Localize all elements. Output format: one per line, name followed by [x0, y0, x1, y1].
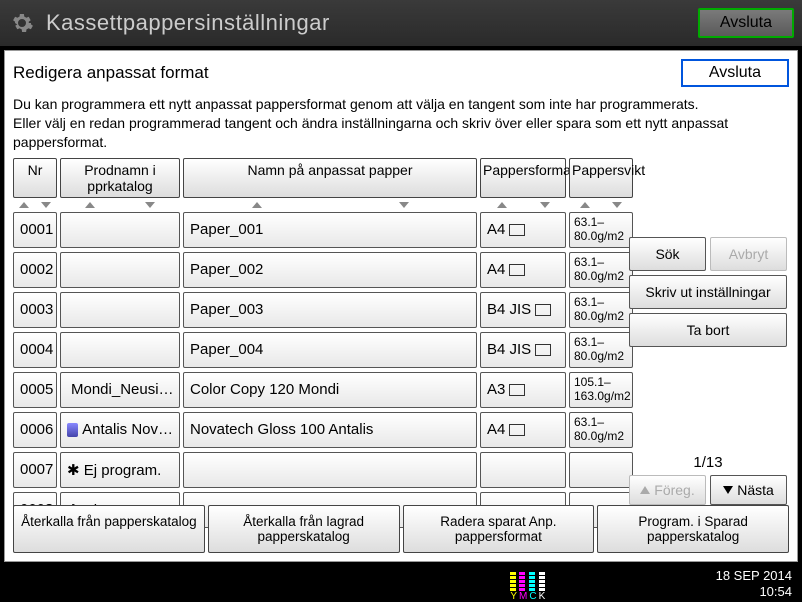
delete-saved-format-button[interactable]: Radera sparat Anp. pappersformat: [403, 505, 595, 553]
sort-up-icon[interactable]: [580, 202, 590, 208]
program-saved-catalog-button[interactable]: Program. i Sparad papperskatalog: [597, 505, 789, 553]
page-title: Kassettpappersinställningar: [46, 10, 698, 36]
delete-button[interactable]: Ta bort: [629, 313, 787, 347]
titlebar: Kassettpappersinställningar Avsluta: [0, 0, 802, 46]
cell-name: Paper_001: [183, 212, 477, 248]
cell-weight: [569, 452, 633, 488]
cell-prod: [60, 212, 180, 248]
cell-name: Novatech Gloss 100 Antalis: [183, 412, 477, 448]
cell-weight: 63.1–80.0g/m2: [569, 212, 633, 248]
titlebar-exit-button[interactable]: Avsluta: [698, 8, 794, 38]
table-row[interactable]: 0006Antalis Nov…Novatech Gloss 100 Antal…: [13, 412, 789, 448]
sort-down-icon[interactable]: [612, 202, 622, 208]
sort-up-icon[interactable]: [19, 202, 29, 208]
cell-nr: 0007: [13, 452, 57, 488]
recall-catalog-button[interactable]: Återkalla från papperskatalog: [13, 505, 205, 553]
print-settings-button[interactable]: Skriv ut inställningar: [629, 275, 787, 309]
cell-prod: Antalis Nov…: [60, 412, 180, 448]
search-button[interactable]: Sök: [629, 237, 706, 271]
recall-stored-catalog-button[interactable]: Återkalla från lagrad papperskatalog: [208, 505, 400, 553]
cell-prod: [60, 332, 180, 368]
cell-name: [183, 452, 477, 488]
cell-prod: Mondi_Neusi…: [60, 372, 180, 408]
cell-nr: 0005: [13, 372, 57, 408]
cell-weight: 63.1–80.0g/m2: [569, 332, 633, 368]
sort-down-icon[interactable]: [540, 202, 550, 208]
header-format[interactable]: Pappersformat: [480, 158, 566, 198]
prev-page-button: Föreg.: [629, 475, 706, 505]
header-name[interactable]: Namn på anpassat papper: [183, 158, 477, 198]
cell-nr: 0002: [13, 252, 57, 288]
header-weight[interactable]: Pappersvikt: [569, 158, 633, 198]
orientation-icon: [535, 304, 551, 316]
cell-prod: ✱ Ej program.: [60, 452, 180, 488]
cell-format: A4: [480, 412, 566, 448]
cell-weight: 63.1–80.0g/m2: [569, 412, 633, 448]
cell-name: Paper_002: [183, 252, 477, 288]
cell-prod: [60, 252, 180, 288]
toner-levels: Y M C K: [510, 567, 545, 602]
table-header: Nr Prodnamn i pprkatalog Namn på anpassa…: [13, 158, 789, 198]
sort-down-icon[interactable]: [41, 202, 51, 208]
next-page-button[interactable]: Nästa: [710, 475, 787, 505]
panel-title: Redigera anpassat format: [13, 63, 681, 83]
orientation-icon: [509, 264, 525, 276]
cell-nr: 0003: [13, 292, 57, 328]
cell-nr: 0006: [13, 412, 57, 448]
status-bar: Y M C K 18 SEP 2014 10:54: [0, 566, 802, 602]
cell-format: B4 JIS: [480, 292, 566, 328]
cell-name: Color Copy 120 Mondi: [183, 372, 477, 408]
cell-name: Paper_003: [183, 292, 477, 328]
side-buttons: Sök Avbryt Skriv ut inställningar Ta bor…: [629, 237, 787, 347]
cell-nr: 0001: [13, 212, 57, 248]
footer-buttons: Återkalla från papperskatalog Återkalla …: [13, 505, 789, 553]
pager: 1/13 Föreg. Nästa: [629, 454, 787, 505]
cell-weight: 63.1–80.0g/m2: [569, 292, 633, 328]
cell-format: A3: [480, 372, 566, 408]
sort-up-icon[interactable]: [85, 202, 95, 208]
sort-down-icon[interactable]: [145, 202, 155, 208]
sort-down-icon[interactable]: [399, 202, 409, 208]
clock: 18 SEP 2014 10:54: [716, 568, 792, 599]
cell-format: [480, 452, 566, 488]
cell-name: Paper_004: [183, 332, 477, 368]
page-count: 1/13: [629, 454, 787, 471]
orientation-icon: [535, 344, 551, 356]
cell-weight: 105.1–163.0g/m2: [569, 372, 633, 408]
cell-weight: 63.1–80.0g/m2: [569, 252, 633, 288]
orientation-icon: [509, 384, 525, 396]
gear-icon: [8, 9, 36, 37]
cell-format: A4: [480, 212, 566, 248]
cell-nr: 0004: [13, 332, 57, 368]
main-panel: Redigera anpassat format Avsluta Du kan …: [4, 50, 798, 562]
triangle-up-icon: [640, 486, 650, 494]
panel-exit-button[interactable]: Avsluta: [681, 59, 789, 87]
cell-format: B4 JIS: [480, 332, 566, 368]
cancel-button: Avbryt: [710, 237, 787, 271]
orientation-icon: [509, 424, 525, 436]
sort-up-icon[interactable]: [497, 202, 507, 208]
table-row[interactable]: 0005Mondi_Neusi…Color Copy 120 MondiA310…: [13, 372, 789, 408]
header-prod[interactable]: Prodnamn i pprkatalog: [60, 158, 180, 198]
sort-up-icon[interactable]: [252, 202, 262, 208]
orientation-icon: [509, 224, 525, 236]
triangle-down-icon: [723, 486, 733, 494]
header-nr[interactable]: Nr: [13, 158, 57, 198]
cell-format: A4: [480, 252, 566, 288]
hint-text: Du kan programmera ett nytt anpassat pap…: [13, 95, 789, 152]
cell-prod: [60, 292, 180, 328]
